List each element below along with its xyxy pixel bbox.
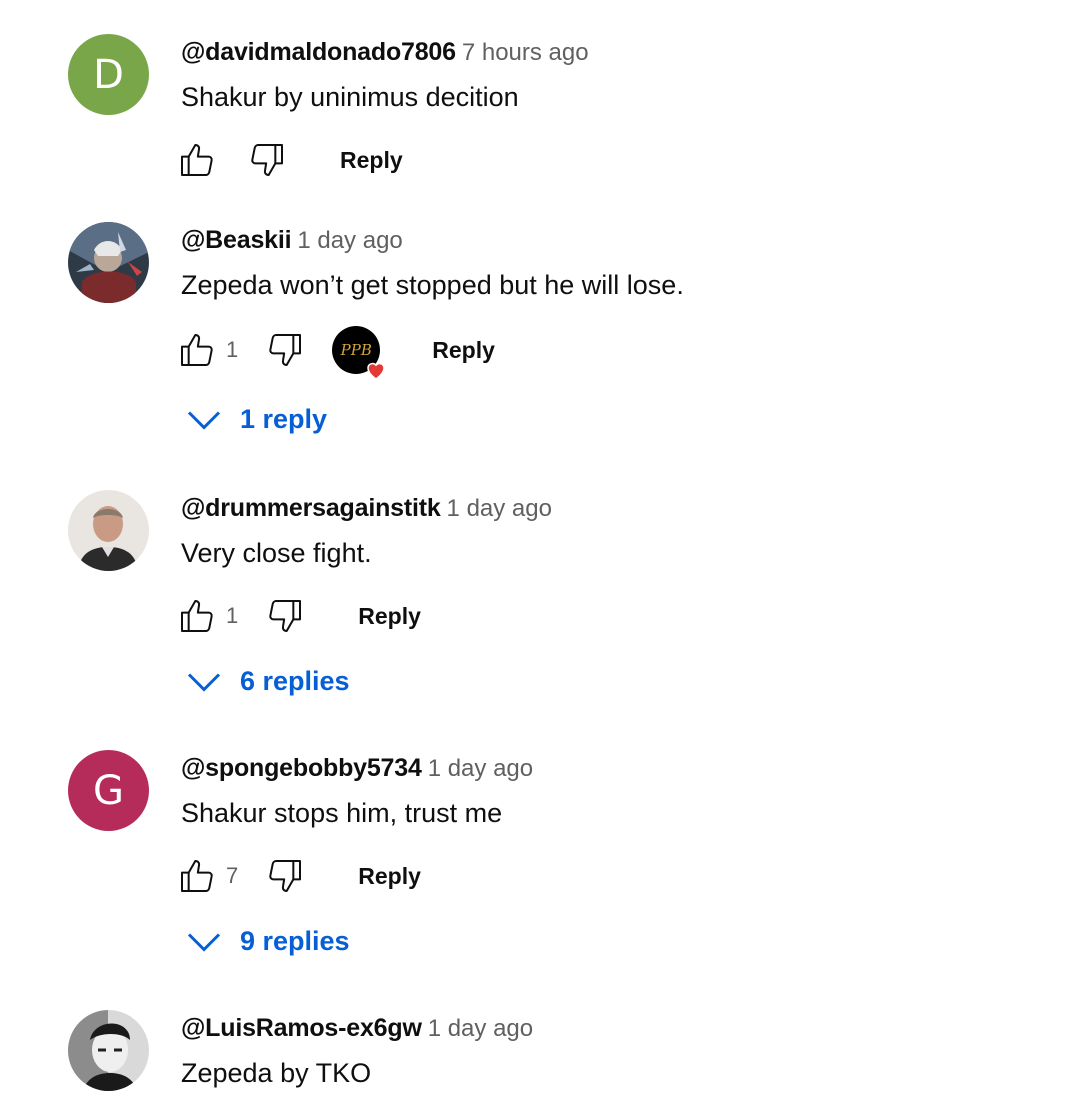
like-button[interactable] bbox=[176, 855, 218, 897]
avatar[interactable]: G bbox=[68, 750, 149, 831]
reply-button[interactable]: Reply bbox=[432, 337, 495, 364]
thumbs-down-icon bbox=[251, 144, 283, 176]
reply-button[interactable]: Reply bbox=[358, 603, 421, 630]
like-button[interactable] bbox=[176, 139, 218, 181]
thumbs-up-icon bbox=[181, 334, 213, 366]
chevron-down-icon bbox=[187, 932, 221, 952]
reply-button[interactable]: Reply bbox=[358, 863, 421, 890]
thumbs-up-icon bbox=[181, 144, 213, 176]
like-button[interactable] bbox=[176, 329, 218, 371]
thumbs-up-icon bbox=[181, 860, 213, 892]
like-count: 1 bbox=[226, 603, 239, 628]
replies-label: 1 reply bbox=[240, 404, 328, 434]
chevron-down-icon bbox=[187, 672, 221, 692]
comment-time[interactable]: 1 day ago bbox=[447, 495, 552, 522]
chevron-down-icon bbox=[187, 410, 221, 430]
dislike-button[interactable] bbox=[264, 855, 306, 897]
replies-label: 6 replies bbox=[240, 666, 350, 696]
comment-time[interactable]: 1 day ago bbox=[297, 227, 402, 254]
reply-button[interactable]: Reply bbox=[340, 147, 403, 174]
creator-heart: PPB bbox=[332, 326, 386, 380]
avatar-image bbox=[68, 222, 149, 303]
heart-icon bbox=[367, 362, 386, 380]
avatar-image bbox=[68, 490, 149, 571]
dislike-button[interactable] bbox=[246, 139, 288, 181]
avatar-letter: D bbox=[93, 51, 124, 98]
like-count: 7 bbox=[226, 863, 239, 888]
comment-time[interactable]: 1 day ago bbox=[428, 1015, 533, 1042]
comment-text: Zepeda by TKO bbox=[181, 1058, 372, 1088]
comment-author[interactable]: @drummersagainstitk bbox=[181, 494, 441, 522]
avatar[interactable] bbox=[68, 490, 149, 571]
thumbs-down-icon bbox=[269, 334, 302, 366]
comment-text: Very close fight. bbox=[181, 538, 372, 568]
avatar[interactable] bbox=[68, 222, 149, 303]
view-replies-button[interactable]: 6 replies bbox=[186, 666, 350, 697]
comment-text: Zepeda won’t get stopped but he will los… bbox=[181, 270, 684, 300]
comment-time[interactable]: 7 hours ago bbox=[462, 39, 589, 66]
comment-author[interactable]: @Beaskii bbox=[181, 226, 292, 254]
comment-author[interactable]: @LuisRamos-ex6gw bbox=[181, 1014, 422, 1042]
dislike-button[interactable] bbox=[264, 595, 306, 637]
avatar-image bbox=[68, 1010, 149, 1091]
comment-time[interactable]: 1 day ago bbox=[428, 755, 533, 782]
avatar[interactable] bbox=[68, 1010, 149, 1091]
avatar[interactable]: D bbox=[68, 34, 149, 115]
replies-label: 9 replies bbox=[240, 926, 350, 956]
dislike-button[interactable] bbox=[264, 329, 306, 371]
thumbs-down-icon bbox=[269, 600, 302, 632]
like-count: 1 bbox=[226, 337, 239, 362]
like-button[interactable] bbox=[176, 595, 218, 637]
view-replies-button[interactable]: 9 replies bbox=[186, 926, 350, 957]
avatar-letter: G bbox=[93, 767, 124, 814]
thumbs-down-icon bbox=[269, 860, 302, 892]
comment-author[interactable]: @davidmaldonado7806 bbox=[181, 38, 456, 66]
view-replies-button[interactable]: 1 reply bbox=[186, 404, 327, 435]
comment-text: Shakur stops him, trust me bbox=[181, 798, 503, 828]
comment-author[interactable]: @spongebobby5734 bbox=[181, 754, 422, 782]
thumbs-up-icon bbox=[181, 600, 213, 632]
comment-text: Shakur by uninimus decition bbox=[181, 82, 519, 112]
